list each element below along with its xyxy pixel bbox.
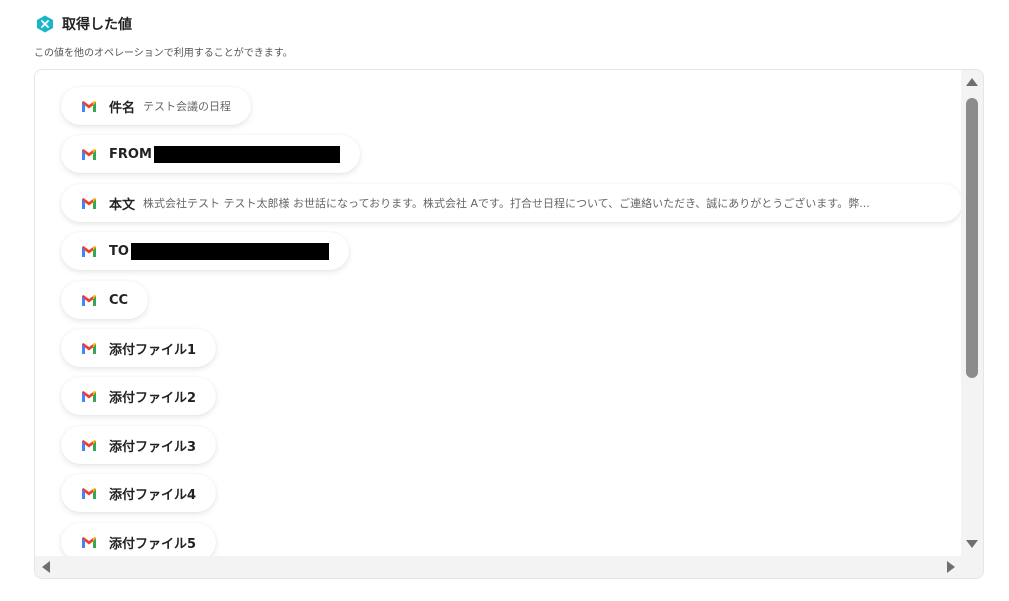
chip-label: 件名 bbox=[109, 100, 136, 116]
gmail-icon bbox=[82, 101, 96, 112]
gmail-icon bbox=[82, 537, 96, 548]
chip-label: 添付ファイル2 bbox=[109, 390, 197, 406]
section-header: 取得した値 bbox=[36, 14, 132, 34]
chip-label: 添付ファイル3 bbox=[109, 439, 197, 455]
scrollbar-corner bbox=[961, 556, 983, 578]
gmail-icon bbox=[82, 488, 96, 499]
value-chip-attachment-2[interactable]: 添付ファイル2 bbox=[61, 377, 217, 415]
chip-value: 株式会社テスト テスト太郎様 お世話になっております。株式会社 Aです。打合せ日… bbox=[143, 197, 870, 210]
chip-label: 本文 bbox=[109, 197, 136, 213]
value-chip-attachment-5[interactable]: 添付ファイル5 bbox=[61, 523, 217, 556]
value-chip-to[interactable]: TO bbox=[61, 232, 349, 270]
redacted-value bbox=[130, 242, 329, 260]
value-chip-attachment-4[interactable]: 添付ファイル4 bbox=[61, 474, 217, 512]
gmail-icon bbox=[82, 149, 96, 160]
vertical-scroll-thumb[interactable] bbox=[966, 98, 978, 378]
variable-x-icon bbox=[36, 15, 54, 33]
gmail-icon bbox=[82, 198, 96, 209]
chip-label: 添付ファイル1 bbox=[109, 342, 197, 358]
chip-label: CC bbox=[109, 292, 129, 308]
gmail-icon bbox=[82, 295, 96, 306]
value-chip-body[interactable]: 本文 株式会社テスト テスト太郎様 お世話になっております。株式会社 Aです。打… bbox=[61, 184, 961, 222]
value-chip-from[interactable]: FROM bbox=[61, 135, 360, 173]
values-panel: 件名 テスト会議の日程 FROM 本文 株式会社テスト テスト太郎様 お世話にな… bbox=[34, 69, 984, 579]
value-chip-subject[interactable]: 件名 テスト会議の日程 bbox=[61, 87, 252, 125]
chip-label: FROM bbox=[109, 146, 152, 162]
gmail-icon bbox=[82, 343, 96, 354]
gmail-icon bbox=[82, 440, 96, 451]
scroll-right-icon[interactable] bbox=[947, 561, 955, 573]
gmail-icon bbox=[82, 391, 96, 402]
page-title: 取得した値 bbox=[62, 17, 132, 33]
chip-label: TO bbox=[109, 243, 129, 259]
chip-label: 添付ファイル5 bbox=[109, 536, 197, 552]
scroll-up-icon[interactable] bbox=[966, 78, 978, 86]
value-chip-attachment-1[interactable]: 添付ファイル1 bbox=[61, 329, 217, 367]
scroll-down-icon[interactable] bbox=[966, 540, 978, 548]
values-list: 件名 テスト会議の日程 FROM 本文 株式会社テスト テスト太郎様 お世話にな… bbox=[35, 70, 961, 556]
page-subtitle: この値を他のオペレーションで利用することができます。 bbox=[34, 48, 293, 59]
vertical-scrollbar[interactable] bbox=[961, 70, 983, 556]
redacted-value bbox=[153, 145, 340, 163]
gmail-icon bbox=[82, 246, 96, 257]
value-chip-attachment-3[interactable]: 添付ファイル3 bbox=[61, 426, 217, 464]
chip-value: テスト会議の日程 bbox=[143, 100, 232, 113]
scroll-left-icon[interactable] bbox=[42, 561, 50, 573]
value-chip-cc[interactable]: CC bbox=[61, 281, 149, 319]
horizontal-scrollbar[interactable] bbox=[35, 556, 961, 578]
chip-label: 添付ファイル4 bbox=[109, 487, 197, 503]
